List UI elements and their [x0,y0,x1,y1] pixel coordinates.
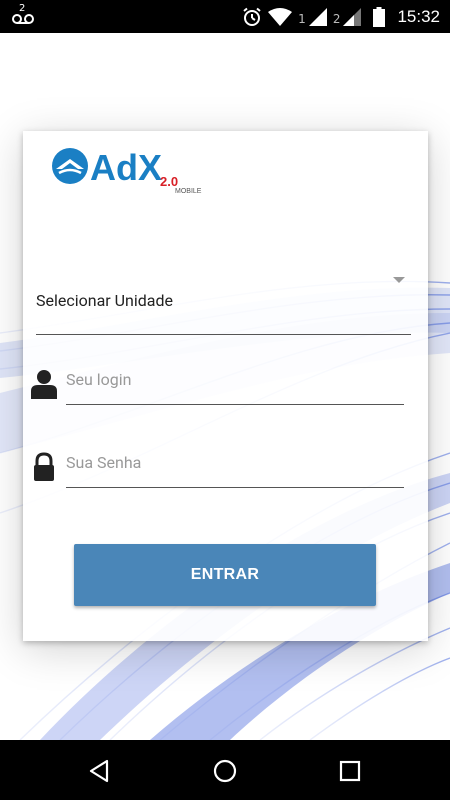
login-field [31,357,411,417]
dropdown-arrow-icon [393,277,405,283]
password-input[interactable] [66,440,404,488]
unit-select-label: Selecionar Unidade [36,291,174,310]
user-icon [31,370,57,399]
login-input[interactable] [66,357,404,405]
status-bar: 2 1 2 15:32 [0,0,450,33]
back-icon[interactable] [87,758,113,784]
clock: 15:32 [397,6,440,26]
svg-text:2.0: 2.0 [160,174,178,189]
svg-text:MOBILE: MOBILE [175,188,202,195]
signal-icon [343,7,362,26]
svg-text:AdX: AdX [90,147,162,188]
password-field [31,440,411,500]
enter-button[interactable]: ENTRAR [74,544,376,606]
sim1-label: 1 [298,11,306,26]
home-icon[interactable] [212,758,238,784]
unit-select[interactable]: Selecionar Unidade [36,271,411,335]
battery-icon [373,6,386,27]
sim2-label: 2 [332,11,341,26]
lock-icon [34,452,54,481]
alarm-icon [243,7,261,26]
voicemail-icon: 2 [10,3,36,28]
wifi-icon [268,7,293,26]
login-card: AdX 2.0 MOBILE Selecionar Unidade ENTRAR [23,131,428,641]
recents-icon[interactable] [337,758,363,784]
signal-icon [308,7,327,26]
navigation-bar [0,740,450,800]
adx-logo: AdX 2.0 MOBILE [52,147,202,195]
